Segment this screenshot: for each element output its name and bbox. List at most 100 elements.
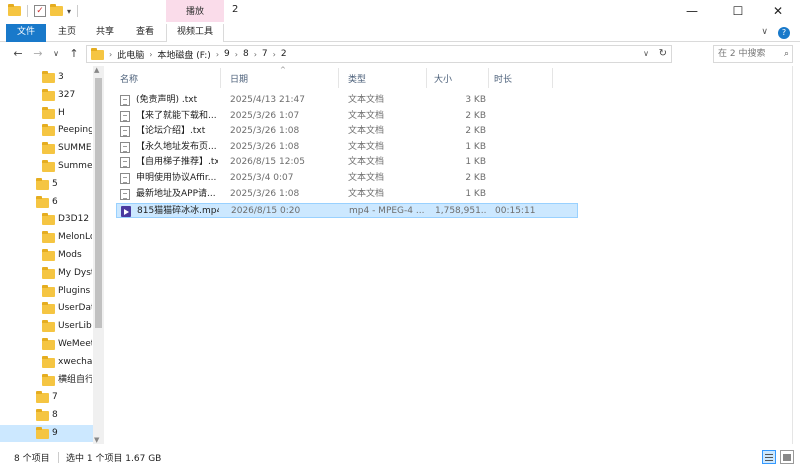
properties-icon[interactable]: ✓	[34, 5, 46, 17]
nav-item-folder[interactable]: D3D12	[0, 211, 104, 228]
breadcrumb-7[interactable]: 7	[262, 49, 268, 59]
folder-icon	[42, 142, 55, 155]
file-date: 2025/3/26 1:07	[230, 110, 300, 121]
minimize-button[interactable]: —	[670, 0, 714, 24]
file-row[interactable]: 【永久地址发布页... 2025/3/26 1:08 文本文档 1 KB	[116, 140, 578, 155]
nav-item-folder[interactable]: 3	[0, 69, 104, 86]
file-name: (免责声明) .txt	[136, 95, 198, 105]
nav-item-folder[interactable]: WeMeet	[0, 336, 104, 353]
file-row[interactable]: 申明使用协议Affir... 2025/3/4 0:07 文本文档 2 KB	[116, 171, 578, 186]
folder-icon	[42, 373, 55, 386]
folder-icon	[42, 88, 55, 101]
breadcrumb-9[interactable]: 9	[224, 49, 230, 59]
chevron-right-icon[interactable]: ›	[254, 50, 257, 59]
folder-icon	[42, 249, 55, 261]
breadcrumb-8[interactable]: 8	[243, 49, 249, 59]
explorer-window: ✓ ▾ 播放 2 — ☐ ✕ 文件 主页 共享 查看 视频工具 ∨ ? ← → …	[0, 0, 800, 470]
nav-item-folder[interactable]: H	[0, 105, 104, 122]
forward-arrow-icon[interactable]: →	[30, 46, 46, 62]
scroll-down-icon[interactable]: ▼	[94, 436, 99, 444]
text-file-icon	[120, 110, 130, 122]
nav-item-label: 9	[52, 428, 58, 438]
breadcrumb-drive[interactable]: 本地磁盘 (F:)	[157, 48, 210, 61]
chevron-right-icon[interactable]: ›	[216, 50, 219, 59]
nav-item-folder[interactable]: 2019	[0, 443, 104, 444]
column-duration[interactable]: 时长	[494, 72, 512, 85]
file-size: 2 KB	[465, 110, 486, 121]
nav-item-folder[interactable]: 横组自行	[0, 372, 104, 389]
scroll-thumb[interactable]	[95, 78, 102, 328]
nav-item-folder[interactable]: UserDat	[0, 300, 104, 317]
nav-item-folder[interactable]: 7	[0, 389, 104, 406]
breadcrumb-this-pc[interactable]: 此电脑	[117, 48, 144, 61]
folder-icon	[8, 4, 21, 16]
address-row: ← → ∨ ↑ › 此电脑 › 本地磁盘 (F:) › 9 › 8 › 7 › …	[0, 43, 800, 65]
chevron-right-icon[interactable]: ›	[149, 50, 152, 59]
nav-item-folder[interactable]: UserLibs	[0, 318, 104, 335]
navigation-pane: 3 327 H Peeping SUMME Summer5 6 D3D12 MelonLo Mod…	[0, 66, 104, 444]
chevron-right-icon[interactable]: ›	[109, 50, 112, 59]
up-arrow-icon[interactable]: ↑	[66, 46, 82, 62]
file-date: 2026/8/15 12:05	[230, 157, 305, 168]
file-name: 【自用梯子推荐】.txt	[136, 157, 218, 168]
file-row[interactable]: 【论坛介绍】.txt 2025/3/26 1:08 文本文档 2 KB	[116, 124, 578, 139]
file-size: 2 KB	[465, 126, 486, 137]
file-type: 文本文档	[348, 126, 385, 137]
column-name[interactable]: 名称	[120, 72, 138, 85]
help-icon[interactable]: ?	[778, 27, 790, 39]
scroll-up-icon[interactable]: ▲	[94, 66, 99, 74]
nav-item-folder[interactable]: Summer	[0, 158, 104, 175]
nav-item-folder[interactable]: SUMME	[0, 140, 104, 157]
search-input[interactable]: 在 2 中搜索 ⌕	[713, 45, 793, 63]
customize-qat-icon[interactable]: ▾	[67, 7, 71, 16]
tab-view[interactable]: 查看	[130, 24, 160, 42]
nav-item-folder[interactable]: 8	[0, 407, 104, 424]
nav-item-folder[interactable]: MelonLo	[0, 229, 104, 246]
details-view-button[interactable]	[762, 450, 776, 464]
column-size[interactable]: 大小	[434, 72, 452, 85]
nav-item-label: 8	[52, 410, 58, 421]
selection-info: 选中 1 个项目 1.67 GB	[66, 454, 162, 464]
chevron-right-icon[interactable]: ›	[235, 50, 238, 59]
file-row[interactable]: (免责声明) .txt 2025/4/13 21:47 文本文档 3 KB	[116, 93, 578, 108]
nav-scrollbar[interactable]: ▲ ▼	[93, 66, 104, 444]
file-row[interactable]: 【自用梯子推荐】.txt 2026/8/15 12:05 文本文档 1 KB	[116, 155, 578, 170]
nav-item-folder[interactable]: Plugins	[0, 283, 104, 300]
tab-video-tools[interactable]: 视频工具	[166, 24, 224, 42]
folder-icon	[42, 213, 55, 226]
refresh-icon[interactable]: ↻	[659, 46, 667, 62]
nav-item-folder[interactable]: 9	[0, 425, 104, 442]
large-icons-view-button[interactable]	[780, 450, 794, 464]
address-bar[interactable]: › 此电脑 › 本地磁盘 (F:) › 9 › 8 › 7 › 2 ∨ ↻	[86, 45, 672, 63]
file-row[interactable]: 815猫猫碎冰冰.mp4 2026/8/15 0:20 mp4 - MPEG-4 .…	[116, 203, 578, 219]
column-date[interactable]: 日期	[230, 72, 248, 85]
file-row[interactable]: 最新地址及APP请... 2025/3/26 1:08 文本文档 1 KB	[116, 187, 578, 202]
file-row[interactable]: 【来了就能下载和... 2025/3/26 1:07 文本文档 2 KB	[116, 109, 578, 124]
back-arrow-icon[interactable]: ←	[10, 46, 26, 62]
nav-item-folder[interactable]: 5	[0, 176, 104, 193]
tab-file[interactable]: 文件	[6, 24, 46, 42]
nav-item-folder[interactable]: 6	[0, 194, 104, 211]
nav-item-label: WeMeet	[58, 339, 92, 349]
tab-share[interactable]: 共享	[90, 24, 120, 42]
nav-item-folder[interactable]: xwechat	[0, 354, 104, 371]
breadcrumb-2[interactable]: 2	[281, 49, 287, 59]
expand-ribbon-icon[interactable]: ∨	[761, 27, 768, 39]
right-window-edge	[792, 66, 800, 444]
nav-item-folder[interactable]: My Dyst	[0, 265, 104, 282]
column-type[interactable]: 类型	[348, 72, 366, 85]
close-button[interactable]: ✕	[756, 0, 800, 24]
nav-item-label: 6	[52, 196, 58, 207]
chevron-down-icon[interactable]: ∨	[643, 46, 649, 62]
nav-item-folder[interactable]: Peeping	[0, 122, 104, 139]
recent-locations-icon[interactable]: ∨	[48, 46, 64, 62]
maximize-button[interactable]: ☐	[716, 0, 760, 24]
tab-home[interactable]: 主页	[52, 24, 82, 42]
chevron-right-icon[interactable]: ›	[273, 50, 276, 59]
file-name: 申明使用协议Affir...	[136, 173, 217, 183]
nav-item-folder[interactable]: 327	[0, 87, 104, 104]
folder-icon	[36, 195, 49, 208]
new-folder-icon[interactable]	[50, 4, 63, 16]
text-file-icon	[120, 157, 130, 169]
nav-item-folder[interactable]: Mods	[0, 247, 104, 264]
